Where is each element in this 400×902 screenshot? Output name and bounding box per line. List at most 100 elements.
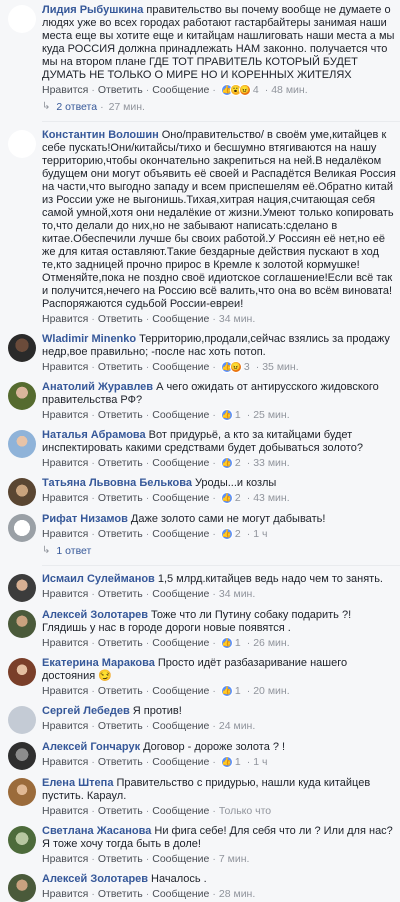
message-button[interactable]: Сообщение	[152, 312, 209, 326]
reply-button[interactable]: Ответить	[98, 804, 143, 818]
comment-author[interactable]: Рифат Низамов	[42, 513, 128, 525]
avatar[interactable]	[8, 334, 36, 362]
view-replies-link[interactable]: ↳ 1 ответ	[42, 544, 396, 558]
avatar[interactable]	[8, 706, 36, 734]
avatar[interactable]	[8, 514, 36, 542]
message-button[interactable]: Сообщение	[152, 491, 209, 505]
reply-button[interactable]: Ответить	[98, 887, 143, 901]
reply-button[interactable]: Ответить	[98, 587, 143, 601]
comment-author[interactable]: Светлана Жасанова	[42, 825, 151, 837]
avatar[interactable]	[8, 874, 36, 902]
reactions[interactable]: 👍 😠 3	[220, 360, 250, 374]
message-button[interactable]: Сообщение	[152, 587, 209, 601]
reply-button[interactable]: Ответить	[98, 636, 143, 650]
reply-button[interactable]: Ответить	[98, 312, 143, 326]
message-button[interactable]: Сообщение	[152, 83, 209, 97]
comment-author[interactable]: Лидия Рыбушкина	[42, 4, 143, 16]
like-button[interactable]: Нравится	[42, 456, 88, 470]
avatar[interactable]	[8, 382, 36, 410]
comment-author[interactable]: Татьяна Львовна Белькова	[42, 477, 192, 489]
reactions[interactable]: 👍 1	[220, 755, 241, 769]
comment-author[interactable]: Алексей Золотарев	[42, 873, 148, 885]
avatar[interactable]	[8, 742, 36, 770]
reply-button[interactable]: Ответить	[98, 408, 143, 422]
reply-button[interactable]: Ответить	[98, 491, 143, 505]
like-button[interactable]: Нравится	[42, 684, 88, 698]
message-button[interactable]: Сообщение	[152, 852, 209, 866]
comment-time[interactable]: 34 мин.	[219, 312, 255, 326]
replies-count[interactable]: 1 ответ	[56, 544, 91, 558]
avatar[interactable]	[8, 610, 36, 638]
comment-author[interactable]: Анатолий Журавлев	[42, 381, 153, 393]
replies-count[interactable]: 2 ответа	[56, 100, 97, 114]
comment-time[interactable]: 24 мин.	[219, 719, 255, 733]
avatar[interactable]	[8, 778, 36, 806]
message-button[interactable]: Сообщение	[152, 804, 209, 818]
like-button[interactable]: Нравится	[42, 755, 88, 769]
comment-time[interactable]: 35 мин.	[262, 360, 298, 374]
reply-button[interactable]: Ответить	[98, 83, 143, 97]
comment-time[interactable]: 28 мин.	[219, 887, 255, 901]
comment-author[interactable]: Сергей Лебедев	[42, 705, 130, 717]
reactions[interactable]: 👍 1	[220, 408, 241, 422]
reactions[interactable]: 👍 😮 😠 4	[220, 83, 259, 97]
like-button[interactable]: Нравится	[42, 312, 88, 326]
reactions[interactable]: 👍 2	[220, 527, 241, 541]
like-button[interactable]: Нравится	[42, 587, 88, 601]
comment-author[interactable]: Wladimir Minenko	[42, 333, 136, 345]
message-button[interactable]: Сообщение	[152, 456, 209, 470]
comment-time[interactable]: Только что	[219, 804, 271, 818]
avatar[interactable]	[8, 826, 36, 854]
comment-author[interactable]: Алексей Гончарук	[42, 741, 140, 753]
comment-time[interactable]: 48 мин.	[271, 83, 307, 97]
comment-time[interactable]: 20 мин.	[253, 684, 289, 698]
like-button[interactable]: Нравится	[42, 804, 88, 818]
view-replies-link[interactable]: ↳ 2 ответа · 27 мин.	[42, 100, 396, 114]
avatar[interactable]	[8, 574, 36, 602]
comment-author[interactable]: Исмаил Сулейманов	[42, 573, 155, 585]
comment-time[interactable]: 1 ч	[253, 527, 267, 541]
reply-button[interactable]: Ответить	[98, 684, 143, 698]
reply-button[interactable]: Ответить	[98, 719, 143, 733]
message-button[interactable]: Сообщение	[152, 408, 209, 422]
message-button[interactable]: Сообщение	[152, 360, 209, 374]
message-button[interactable]: Сообщение	[152, 684, 209, 698]
like-button[interactable]: Нравится	[42, 887, 88, 901]
comment-time[interactable]: 26 мин.	[253, 636, 289, 650]
comment-time[interactable]: 1 ч	[253, 755, 267, 769]
reply-button[interactable]: Ответить	[98, 527, 143, 541]
reply-button[interactable]: Ответить	[98, 456, 143, 470]
avatar[interactable]	[8, 5, 36, 33]
like-button[interactable]: Нравится	[42, 360, 88, 374]
message-button[interactable]: Сообщение	[152, 719, 209, 733]
like-button[interactable]: Нравится	[42, 852, 88, 866]
reply-button[interactable]: Ответить	[98, 755, 143, 769]
comment-time[interactable]: 7 мин.	[219, 852, 250, 866]
comment-author[interactable]: Елена Штепа	[42, 777, 113, 789]
reactions[interactable]: 👍 1	[220, 684, 241, 698]
comment-author[interactable]: Наталья Абрамова	[42, 429, 146, 441]
like-button[interactable]: Нравится	[42, 636, 88, 650]
message-button[interactable]: Сообщение	[152, 887, 209, 901]
comment-time[interactable]: 33 мин.	[253, 456, 289, 470]
comment-time[interactable]: 25 мин.	[253, 408, 289, 422]
like-button[interactable]: Нравится	[42, 719, 88, 733]
like-button[interactable]: Нравится	[42, 408, 88, 422]
reply-button[interactable]: Ответить	[98, 852, 143, 866]
reply-button[interactable]: Ответить	[98, 360, 143, 374]
avatar[interactable]	[8, 478, 36, 506]
comment-author[interactable]: Алексей Золотарев	[42, 609, 148, 621]
comment-time[interactable]: 43 мин.	[253, 491, 289, 505]
avatar[interactable]	[8, 130, 36, 158]
comment-author[interactable]: Константин Волошин	[42, 129, 159, 141]
avatar[interactable]	[8, 658, 36, 686]
like-button[interactable]: Нравится	[42, 491, 88, 505]
reactions[interactable]: 👍 1	[220, 636, 241, 650]
like-button[interactable]: Нравится	[42, 527, 88, 541]
like-button[interactable]: Нравится	[42, 83, 88, 97]
avatar[interactable]	[8, 430, 36, 458]
message-button[interactable]: Сообщение	[152, 755, 209, 769]
message-button[interactable]: Сообщение	[152, 527, 209, 541]
message-button[interactable]: Сообщение	[152, 636, 209, 650]
reactions[interactable]: 👍 2	[220, 491, 241, 505]
